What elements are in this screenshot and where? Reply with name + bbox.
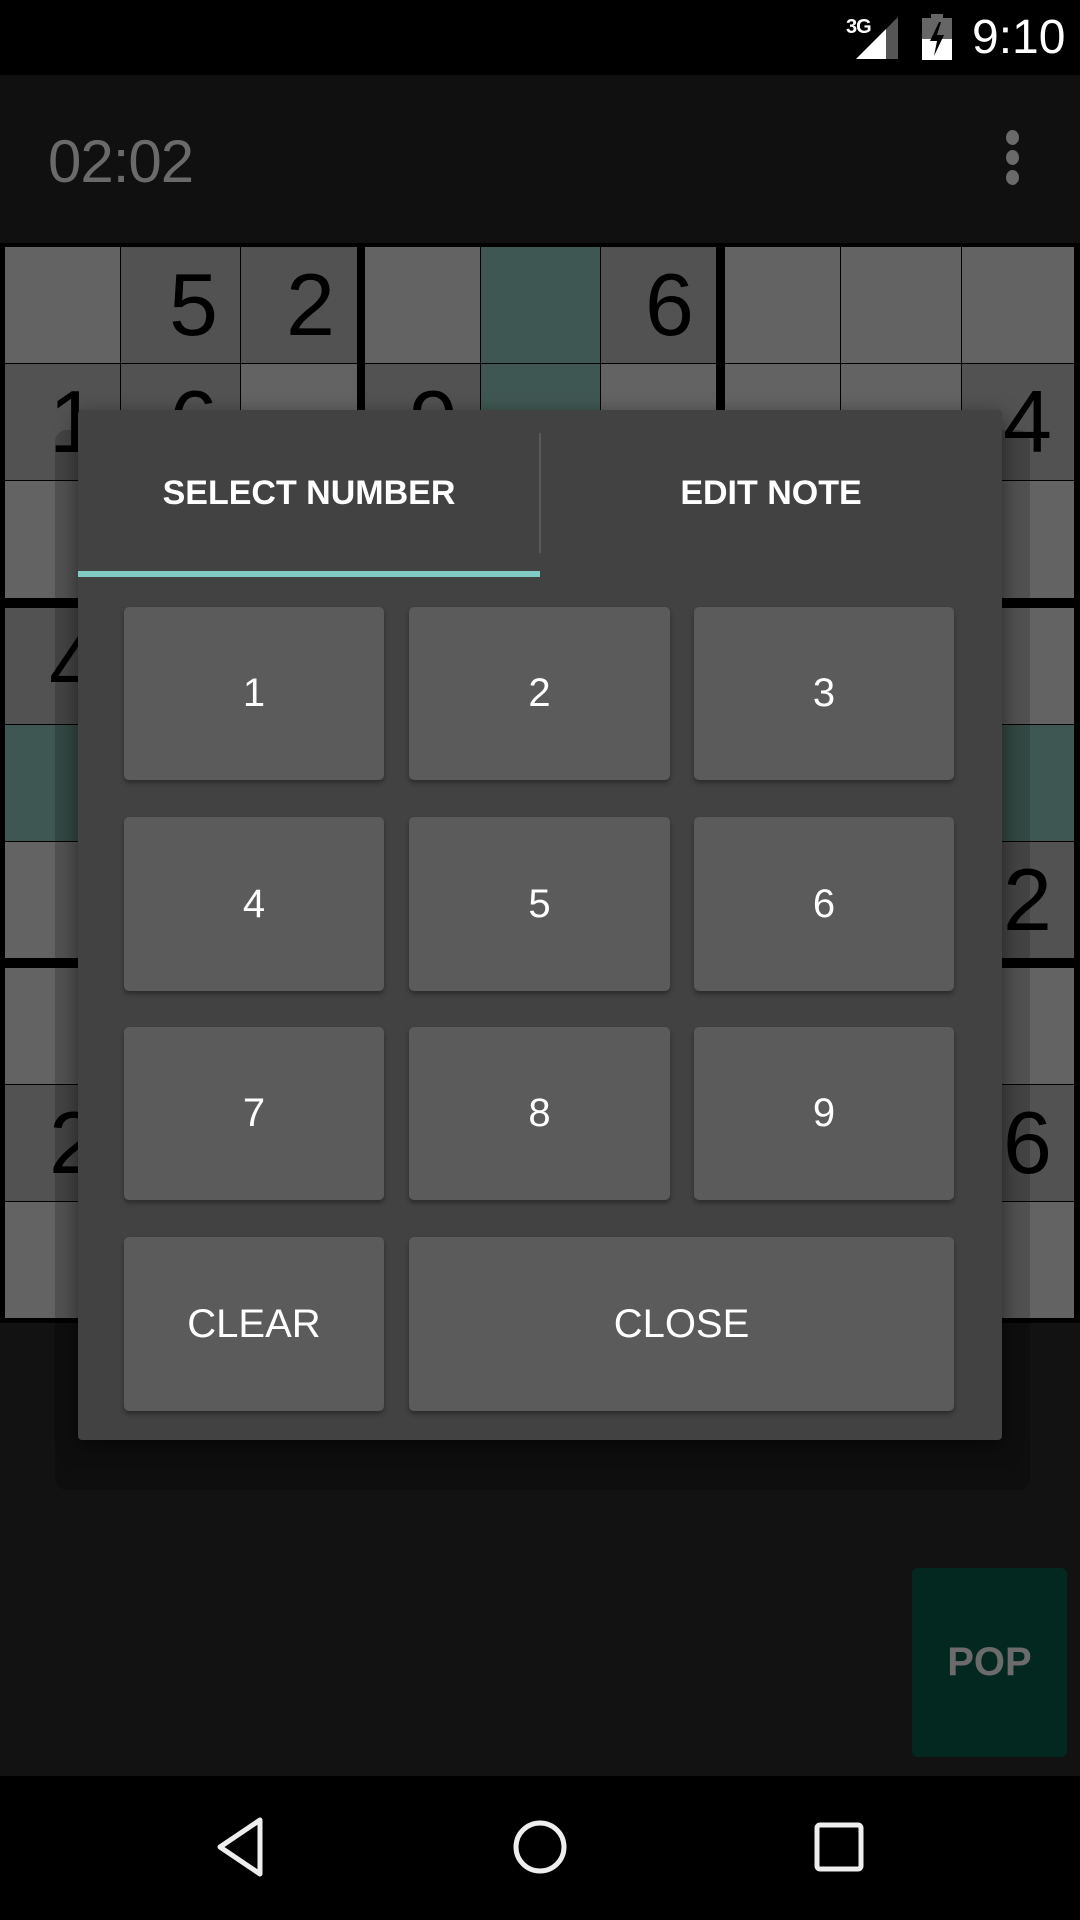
recents-icon[interactable] bbox=[804, 1812, 874, 1882]
more-vert-icon[interactable] bbox=[998, 130, 1028, 186]
key-1[interactable]: 1 bbox=[124, 607, 384, 780]
close-button[interactable]: CLOSE bbox=[409, 1237, 954, 1411]
active-tab-indicator bbox=[78, 571, 540, 577]
tab-select-number[interactable]: SELECT NUMBER bbox=[78, 410, 540, 576]
board-cell-r1c3[interactable]: 2 bbox=[241, 247, 357, 363]
signal-icon bbox=[856, 17, 898, 59]
board-cell-r1c9[interactable] bbox=[962, 247, 1074, 363]
back-icon[interactable] bbox=[206, 1812, 276, 1882]
board-cell-r1c8[interactable] bbox=[841, 247, 961, 363]
status-bar: 3G 9:10 bbox=[0, 0, 1080, 75]
board-cell-r1c7[interactable] bbox=[725, 247, 840, 363]
pop-button[interactable]: POP bbox=[912, 1568, 1067, 1757]
board-cell-r1c6[interactable]: 6 bbox=[601, 247, 716, 363]
board-cell-r1c5[interactable] bbox=[481, 247, 600, 363]
board-cell-r1c1[interactable] bbox=[5, 247, 120, 363]
home-icon[interactable] bbox=[505, 1812, 575, 1882]
navigation-bar bbox=[0, 1776, 1080, 1920]
number-picker-dialog: SELECT NUMBER EDIT NOTE 1 2 3 4 5 6 7 8 … bbox=[78, 410, 1002, 1440]
board-cell-r1c4[interactable] bbox=[365, 247, 480, 363]
key-9[interactable]: 9 bbox=[694, 1027, 954, 1200]
toolbar: 02:02 bbox=[0, 75, 1080, 245]
tab-edit-note[interactable]: EDIT NOTE bbox=[540, 410, 1002, 576]
battery-charging-icon bbox=[922, 14, 952, 60]
clear-button[interactable]: CLEAR bbox=[124, 1237, 384, 1411]
key-3[interactable]: 3 bbox=[694, 607, 954, 780]
clock: 9:10 bbox=[972, 11, 1066, 64]
key-4[interactable]: 4 bbox=[124, 817, 384, 991]
board-cell-r1c2[interactable]: 5 bbox=[121, 247, 240, 363]
key-6[interactable]: 6 bbox=[694, 817, 954, 991]
key-8[interactable]: 8 bbox=[409, 1027, 670, 1200]
key-5[interactable]: 5 bbox=[409, 817, 670, 991]
key-7[interactable]: 7 bbox=[124, 1027, 384, 1200]
game-timer: 02:02 bbox=[48, 128, 194, 195]
key-2[interactable]: 2 bbox=[409, 607, 670, 780]
